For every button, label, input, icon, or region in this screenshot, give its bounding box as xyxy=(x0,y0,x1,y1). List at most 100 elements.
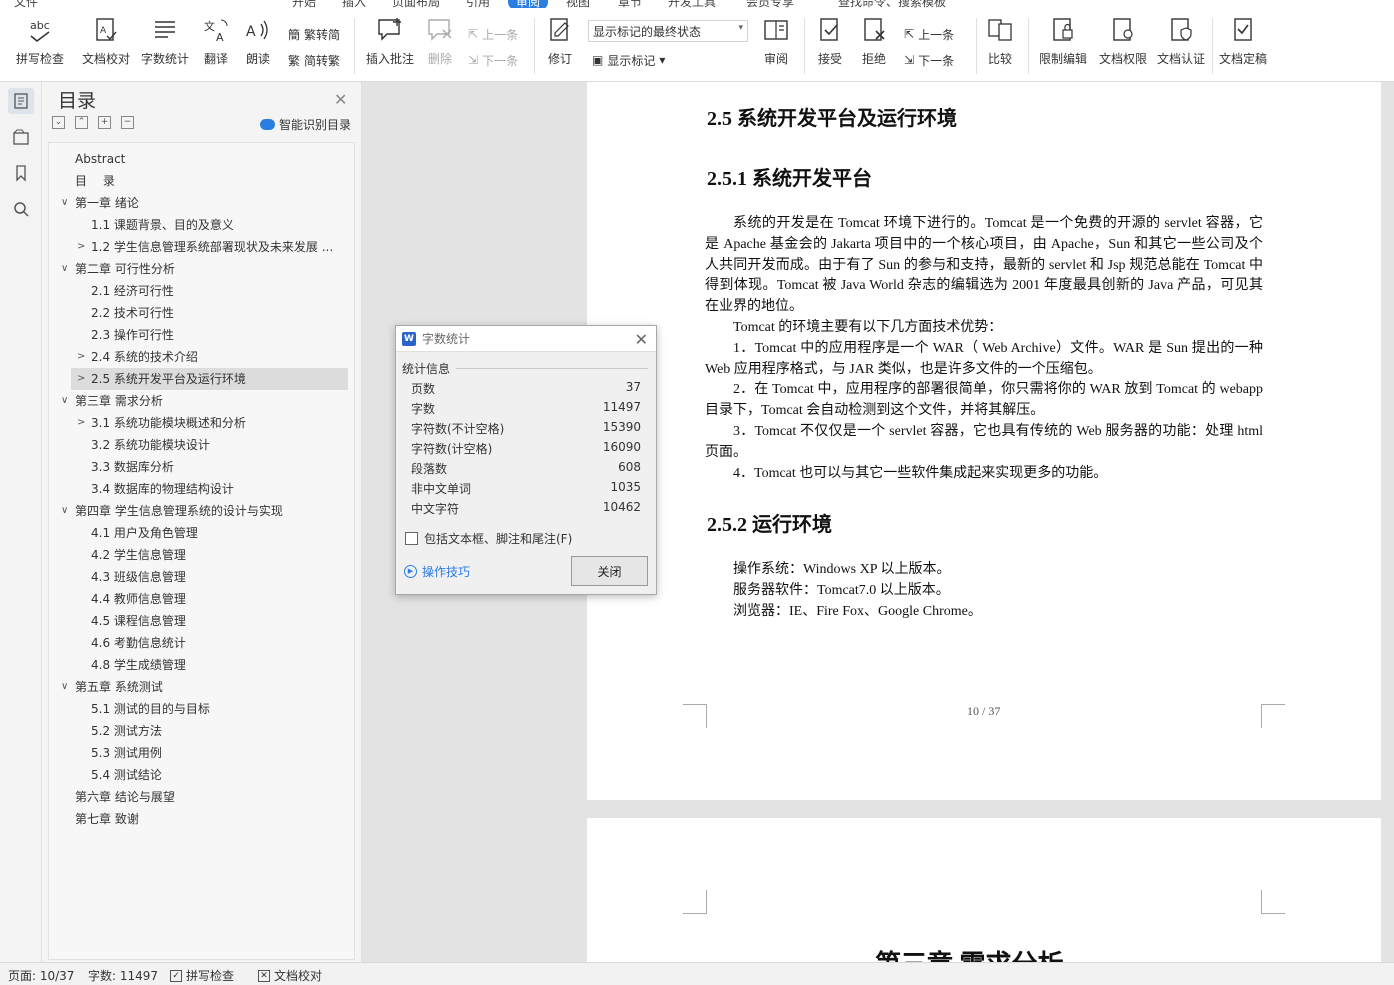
stats-group-label: 统计信息 xyxy=(402,362,451,376)
word-count-button[interactable]: 字数统计 xyxy=(138,14,192,76)
chevron-down-icon[interactable]: ∨ xyxy=(61,192,68,214)
toc-item[interactable]: 第一章 绪论 xyxy=(75,192,345,214)
toc-item[interactable]: 第三章 需求分析 xyxy=(75,390,345,412)
toc-item[interactable]: 4.8 学生成绩管理 xyxy=(91,654,343,676)
close-button[interactable]: 关闭 xyxy=(571,556,648,586)
checkbox-box[interactable] xyxy=(405,532,418,545)
menu-section[interactable]: 章节 xyxy=(618,0,642,8)
menu-references[interactable]: 引用 xyxy=(466,0,490,8)
page-corner-mark xyxy=(1261,890,1285,914)
status-doc-proof[interactable]: ✕ 文档校对 xyxy=(258,967,322,984)
status-bar: 页面: 10/37 字数: 11497 ✓ 拼写检查 ✕ 文档校对 xyxy=(0,962,1394,985)
translate-button[interactable]: 文A 翻译 xyxy=(196,14,236,76)
delete-comment-button[interactable]: 删除 xyxy=(422,14,458,76)
group-divider xyxy=(456,368,648,369)
tips-link[interactable]: ▶ 操作技巧 xyxy=(404,563,470,580)
expand-up-icon[interactable]: ⌃ xyxy=(75,116,88,129)
chevron-down-icon[interactable]: ∨ xyxy=(61,676,68,698)
to-simplified-label: 简转繁 xyxy=(304,53,341,68)
toc-item[interactable]: 3.3 数据库分析 xyxy=(91,456,343,478)
toc-item[interactable]: 5.1 测试的目的与目标 xyxy=(91,698,343,720)
smart-toc-button[interactable]: 智能识别目录 xyxy=(260,116,351,133)
bookmark-button[interactable] xyxy=(8,160,34,186)
track-changes-button[interactable]: 修订 xyxy=(540,14,580,76)
chevron-right-icon[interactable]: > xyxy=(77,236,85,258)
toc-item[interactable]: 第五章 系统测试 xyxy=(75,676,345,698)
chevron-down-icon[interactable]: ∨ xyxy=(61,390,68,412)
to-simplified-button[interactable]: 繁简转繁 xyxy=(288,50,340,70)
toc-item[interactable]: 3.4 数据库的物理结构设计 xyxy=(91,478,343,500)
restrict-edit-button[interactable]: 限制编辑 xyxy=(1036,14,1090,76)
spell-check-button[interactable]: abc 拼写检查 xyxy=(10,14,70,76)
status-spell-check[interactable]: ✓ 拼写检查 xyxy=(170,967,234,984)
menu-insert[interactable]: 插入 xyxy=(342,0,366,8)
chevron-down-icon[interactable]: ∨ xyxy=(61,258,68,280)
prev-comment-button[interactable]: ⇱ 上一条 xyxy=(468,24,518,44)
doc-finalize-button[interactable]: 文档定稿 xyxy=(1216,14,1270,76)
page-indicator[interactable]: 页面: 10/37 xyxy=(8,967,74,984)
next-comment-button[interactable]: ⇲ 下一条 xyxy=(468,50,518,70)
toc-item[interactable]: 1.2 学生信息管理系统部署现状及未来发展 ... xyxy=(91,236,343,258)
menu-home[interactable]: 开始 xyxy=(292,0,316,8)
to-traditional-button[interactable]: 簡繁转简 xyxy=(288,24,340,44)
toc-item[interactable]: 4.2 学生信息管理 xyxy=(91,544,343,566)
toc-item[interactable]: Abstract xyxy=(75,148,345,170)
prev-change-button[interactable]: ⇱ 上一条 xyxy=(904,24,954,44)
menu-layout[interactable]: 页面布局 xyxy=(392,0,440,8)
toc-item[interactable]: 3.1 系统功能模块概述和分析 xyxy=(91,412,343,434)
toc-item[interactable]: 2.5 系统开发平台及运行环境 xyxy=(91,368,343,390)
toc-item[interactable]: 3.2 系统功能模块设计 xyxy=(91,434,343,456)
markup-state-dropdown[interactable]: 显示标记的最终状态 ▾ xyxy=(588,20,748,42)
collapse-all-icon[interactable]: ⌄ xyxy=(52,116,65,129)
chevron-right-icon[interactable]: > xyxy=(77,368,85,390)
remove-entry-icon[interactable]: − xyxy=(121,116,134,129)
read-aloud-button[interactable]: A 朗读 xyxy=(240,14,276,76)
toc-item[interactable]: 1.1 课题背景、目的及意义 xyxy=(91,214,343,236)
menu-view[interactable]: 视图 xyxy=(566,0,590,8)
word-count-indicator[interactable]: 字数: 11497 xyxy=(88,967,158,984)
toc-item[interactable]: 4.5 课程信息管理 xyxy=(91,610,343,632)
menu-developer[interactable]: 开发工具 xyxy=(668,0,716,8)
toc-item[interactable]: 2.2 技术可行性 xyxy=(91,302,343,324)
toc-item[interactable]: 5.4 测试结论 xyxy=(91,764,343,786)
section-nav-button[interactable] xyxy=(8,124,34,150)
add-entry-icon[interactable]: + xyxy=(98,116,111,129)
toc-item[interactable]: 2.3 操作可行性 xyxy=(91,324,343,346)
toc-item[interactable]: 第七章 致谢 xyxy=(75,808,345,830)
next-change-button[interactable]: ⇲ 下一条 xyxy=(904,50,954,70)
toc-item[interactable]: 第二章 可行性分析 xyxy=(75,258,345,280)
doc-permission-button[interactable]: 文档权限 xyxy=(1096,14,1150,76)
search-button[interactable] xyxy=(8,196,34,222)
toc-panel-button[interactable] xyxy=(8,88,34,114)
toc-item[interactable]: 4.3 班级信息管理 xyxy=(91,566,343,588)
toc-item[interactable]: 4.4 教师信息管理 xyxy=(91,588,343,610)
toc-item[interactable]: 4.6 考勤信息统计 xyxy=(91,632,343,654)
accept-button[interactable]: 接受 xyxy=(812,14,848,76)
menu-review[interactable]: 审阅 xyxy=(508,0,549,8)
menu-file[interactable]: 文件 xyxy=(14,0,38,8)
chevron-right-icon[interactable]: > xyxy=(77,346,85,368)
chevron-down-icon[interactable]: ∨ xyxy=(61,500,68,522)
reject-button[interactable]: 拒绝 xyxy=(856,14,892,76)
include-textbox-checkbox[interactable]: 包括文本框、脚注和尾注(F) xyxy=(405,530,572,547)
doc-proof-button[interactable]: A 文档校对 xyxy=(78,14,134,76)
toc-item[interactable]: 5.2 测试方法 xyxy=(91,720,343,742)
menu-search[interactable]: 查找命令、搜索模板 xyxy=(838,0,946,8)
review-pane-button[interactable]: 审阅 xyxy=(756,14,796,76)
doc-auth-button[interactable]: 文档认证 xyxy=(1154,14,1208,76)
menu-member[interactable]: 会员专享 xyxy=(746,0,794,8)
show-markup-button[interactable]: ▣ 显示标记 ▾ xyxy=(592,50,665,70)
chevron-right-icon[interactable]: > xyxy=(77,412,85,434)
toc-item[interactable]: 4.1 用户及角色管理 xyxy=(91,522,343,544)
toc-item[interactable]: 5.3 测试用例 xyxy=(91,742,343,764)
toc-item[interactable]: 第四章 学生信息管理系统的设计与实现 xyxy=(75,500,345,522)
toc-item[interactable]: 目 录 xyxy=(75,170,345,192)
toc-item[interactable]: 2.1 经济可行性 xyxy=(91,280,343,302)
stat-row: 段落数 608 xyxy=(411,460,641,480)
close-icon[interactable]: ✕ xyxy=(334,90,347,109)
insert-comment-button[interactable]: 插入批注 xyxy=(362,14,418,76)
close-icon[interactable]: ✕ xyxy=(635,330,648,349)
toc-item[interactable]: 2.4 系统的技术介绍 xyxy=(91,346,343,368)
compare-button[interactable]: 比较 xyxy=(980,14,1020,76)
toc-item[interactable]: 第六章 结论与展望 xyxy=(75,786,345,808)
